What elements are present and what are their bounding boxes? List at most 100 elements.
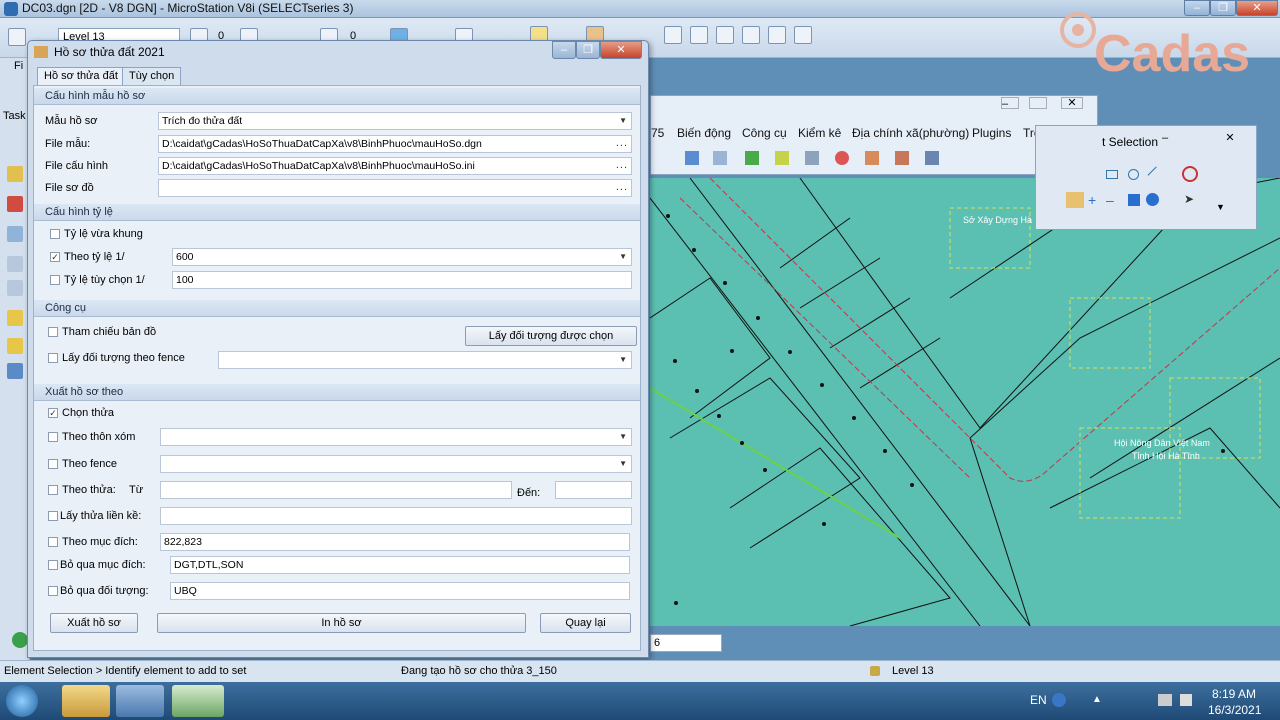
explorer-icon[interactable] [62,685,110,717]
bo-qua-muc-dich-field[interactable]: DGT,DTL,SON [170,556,630,574]
fit-view-icon[interactable] [794,26,812,44]
menu-kiem-ke[interactable]: Kiểm kê [798,126,841,140]
language-indicator[interactable]: EN [1030,693,1047,707]
bo-qua-doi-tuong-checkbox[interactable] [48,586,58,596]
table-icon[interactable] [865,151,879,165]
tab-tuy-chon[interactable]: Tùy chọn [122,67,182,85]
file-so-do-field[interactable]: ... [158,179,632,197]
es-line-icon[interactable] [1147,166,1165,184]
dialog-maximize-button[interactable]: ❐ [576,41,600,59]
clock-time[interactable]: 8:19 AM [1212,687,1256,701]
edit-icon[interactable] [713,151,727,165]
browse-icon[interactable]: ... [616,180,628,195]
chon-thua-checkbox[interactable]: ✓ [48,408,58,418]
coordinate-field[interactable]: 6 [650,634,722,652]
bo-qua-doi-tuong-field[interactable]: UBQ [170,582,630,600]
arc-icon[interactable] [742,26,760,44]
task-key-icon[interactable] [7,310,23,326]
es-circle-icon[interactable] [1128,169,1139,180]
es-subtract-icon[interactable]: – [1106,192,1114,208]
task-measure-icon[interactable] [7,226,23,242]
cadas-taskbar-icon[interactable] [172,685,224,717]
dialog-close-button[interactable]: ✕ [600,41,642,59]
muc-dich-checkbox[interactable] [48,537,58,547]
thon-xom-checkbox[interactable] [48,432,58,442]
sun-icon[interactable] [664,26,682,44]
ty-le-tuy-chon-checkbox[interactable] [50,275,60,285]
menu-75[interactable]: 75 [651,126,664,140]
lien-ke-field[interactable] [160,507,632,525]
menu-bien-dong[interactable]: Biến động [677,126,731,140]
fence-select[interactable]: ▼ [218,351,632,369]
in-ho-so-button[interactable]: In hồ sơ [157,613,526,633]
xuat-ho-so-button[interactable]: Xuất hồ sơ [50,613,138,633]
show-hidden-icons[interactable]: ▲ [1092,694,1102,705]
task-select-icon[interactable] [7,166,23,182]
microstation-taskbar-icon[interactable] [116,685,164,717]
subwin-maximize-button[interactable] [1029,97,1047,109]
browse-icon[interactable]: ... [616,158,628,173]
volume-icon[interactable] [1180,694,1192,706]
lien-ke-checkbox[interactable] [48,511,58,521]
book-icon[interactable] [775,151,789,165]
bo-qua-muc-dich-checkbox[interactable] [48,560,58,570]
es-clear-icon[interactable] [1182,166,1198,182]
task-write-icon[interactable] [7,280,23,296]
lay-fence-checkbox[interactable] [48,353,58,363]
es-minimize-button[interactable]: – [1162,132,1178,144]
element-selection-icon[interactable] [8,28,26,46]
es-dropdown-icon[interactable]: ▼ [1216,202,1225,212]
mau-ho-so-select[interactable]: Trích đo thửa đất ▼ [158,112,632,130]
trim-icon[interactable] [716,26,734,44]
theo-fence-checkbox[interactable] [48,459,58,469]
es-rect-icon[interactable] [1106,170,1118,179]
lay-doi-tuong-button[interactable]: Lấy đối tượng được chọn [465,326,637,346]
start-button[interactable] [6,685,38,717]
tu-field[interactable] [160,481,512,499]
tham-chieu-checkbox[interactable] [48,327,58,337]
ty-le-vua-khung-checkbox[interactable] [50,229,60,239]
task-delete-icon[interactable] [7,196,23,212]
file-mau-field[interactable]: D:\caidat\gCadas\HoSoThuaDatCapXa\v8\Bin… [158,135,632,153]
task-search-icon[interactable] [7,256,23,272]
quay-lai-button[interactable]: Quay lại [540,613,631,633]
status-lock-icon[interactable] [870,666,880,676]
menu-plugins[interactable]: Plugins [972,126,1011,140]
network-icon[interactable] [1158,694,1172,706]
menu-dia-chinh-xa[interactable]: Địa chính xã(phường) [852,126,969,140]
es-close-button[interactable]: ✕ [1222,131,1238,145]
muc-dich-field[interactable]: 822,823 [160,533,630,551]
task-layer-icon[interactable] [7,363,23,379]
curve-icon[interactable] [768,26,786,44]
theo-thua-checkbox[interactable] [48,485,58,495]
den-field[interactable] [555,481,632,499]
es-select-all-icon[interactable] [1066,192,1084,208]
window-icon[interactable] [925,151,939,165]
ty-le-tuy-chon-field[interactable]: 100 [172,271,632,289]
clock-date[interactable]: 16/3/2021 [1208,703,1261,717]
browse-icon[interactable]: ... [616,136,628,151]
tab-ho-so-thua-dat[interactable]: Hồ sơ thửa đất [37,67,125,85]
dialog-minimize-button[interactable]: – [552,41,576,59]
subwin-close-button[interactable]: ✕ [1061,97,1083,109]
es-invert-icon[interactable] [1128,194,1140,206]
thon-xom-select[interactable]: ▼ [160,428,632,446]
map-pin-icon[interactable] [745,151,759,165]
theo-fence-select[interactable]: ▼ [160,455,632,473]
subwin-minimize-button[interactable]: – [1001,97,1019,110]
es-cursor-icon[interactable]: ➤ [1184,192,1194,206]
doc-icon[interactable] [685,151,699,165]
tools-icon[interactable] [805,151,819,165]
file-cau-hinh-field[interactable]: D:\caidat\gCadas\HoSoThuaDatCapXa\v8\Bin… [158,157,632,175]
menu-cong-cu[interactable]: Công cụ [742,126,787,140]
map-view[interactable]: Sở Xây Dựng Hà Hội Nông Dân Việt Nam Tỉn… [650,178,1280,626]
target-icon[interactable] [835,151,849,165]
task-tool-icon[interactable] [7,338,23,354]
theo-ty-le-checkbox[interactable]: ✓ [50,252,60,262]
line-tool-icon[interactable] [690,26,708,44]
es-globe-icon[interactable] [1146,193,1159,206]
help-icon[interactable] [1052,693,1066,707]
theo-ty-le-select[interactable]: 600 ▼ [172,248,632,266]
go-icon[interactable] [12,632,28,648]
image-icon[interactable] [895,151,909,165]
